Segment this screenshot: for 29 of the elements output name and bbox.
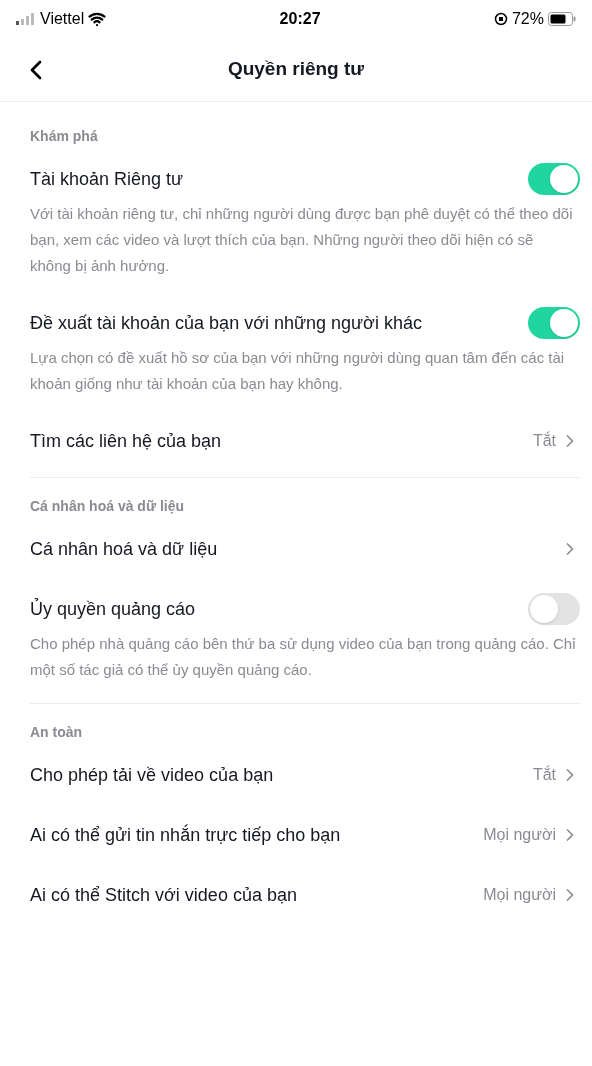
setting-row[interactable]: Tìm các liên hệ của bạn Tắt <box>30 411 580 471</box>
setting-row[interactable]: Cho phép tải về video của bạn Tắt <box>30 745 580 805</box>
setting-row[interactable]: Ai có thể Stitch với video của bạn Mọi người <box>30 865 580 925</box>
setting-value: Tắt <box>532 764 556 785</box>
setting-label: Ủy quyền quảng cáo <box>30 597 196 621</box>
battery-icon <box>548 12 576 26</box>
setting-row[interactable]: Ai có thể gửi tin nhắn trực tiếp cho bạn Mọi người <box>30 805 580 865</box>
clock-time: 20:27 <box>279 9 321 29</box>
toggle-switch[interactable] <box>528 163 580 195</box>
section-header: Khám phá <box>30 127 99 146</box>
battery-percent: 72% <box>511 9 544 29</box>
setting-label: Đề xuất tài khoản của bạn với những người khác <box>30 311 422 335</box>
setting-row[interactable]: Cá nhân hoá và dữ liệu <box>30 519 580 579</box>
page-title: Quyền riêng tư <box>227 57 365 82</box>
section-header: Cá nhân hoá và dữ liệu <box>30 497 186 516</box>
setting-description: Với tài khoản riêng tư, chỉ những người dùng được bạn phê duyệt có thể theo dõi bạn, xem các video và lượt thích của bạn. Những người theo dõi hiện có sẽ không bị ảnh hưởng. <box>30 204 574 276</box>
rotation-lock-icon <box>493 12 508 26</box>
toggle-switch[interactable] <box>528 593 580 625</box>
setting-value: Tắt <box>532 430 556 451</box>
setting-description: Cho phép nhà quảng cáo bên thứ ba sử dụng video của bạn trong quảng cáo. Chỉ một số tác giả có thể ủy quyền quảng cáo. <box>30 634 577 680</box>
section-header: An toàn <box>30 723 84 742</box>
setting-label: Tài khoản Riêng tư <box>30 167 184 191</box>
wifi-icon <box>88 10 107 28</box>
setting-description: Lựa chọn có đề xuất hồ sơ của bạn với những người dùng quan tâm đến các tài khoản giống như tài khoản của bạn hay không. <box>30 348 566 394</box>
carrier-name: Viettel <box>40 9 85 29</box>
signal-icon <box>16 13 36 25</box>
setting-value: Mọi người <box>483 825 556 845</box>
setting-value: Mọi người <box>483 885 556 905</box>
toggle-switch[interactable] <box>528 307 580 339</box>
